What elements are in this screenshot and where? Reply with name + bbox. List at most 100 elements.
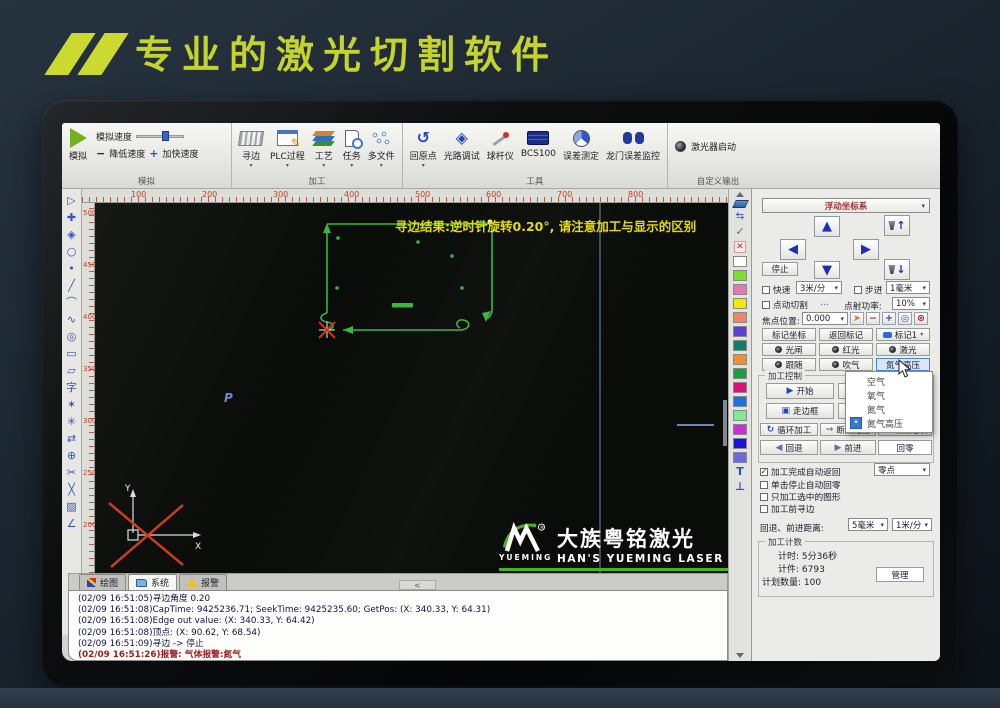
color-swatch[interactable]: [733, 438, 747, 449]
node-edit-tool-icon[interactable]: ✚: [67, 210, 76, 225]
beam-debug-button[interactable]: ◈ 光路调试: [444, 126, 480, 162]
slow-down-button[interactable]: −降低速度: [96, 147, 145, 160]
color-swatch[interactable]: [733, 326, 747, 337]
focus-position-dropdown[interactable]: 0.000: [802, 312, 848, 325]
color-swatch[interactable]: [733, 340, 747, 351]
laser-start-button[interactable]: 激光器启动: [691, 140, 736, 153]
frame-walk-button[interactable]: ▣走边框: [766, 403, 834, 419]
focus-stop-button[interactable]: ⊗: [914, 312, 928, 325]
z-down-button[interactable]: ↓: [884, 259, 910, 280]
eraser-icon[interactable]: [732, 200, 749, 208]
blow-air-button[interactable]: 吹气: [819, 358, 873, 371]
pan-tool-icon[interactable]: ◈: [67, 227, 75, 242]
mark1-dropdown-button[interactable]: 标记1▾: [876, 328, 930, 341]
color-swatch-blank[interactable]: [733, 256, 747, 267]
edge-find-before-checkbox[interactable]: 加工前寻边: [760, 502, 814, 515]
gas-option-air[interactable]: 空气: [846, 374, 932, 388]
delete-layer-icon[interactable]: ✕: [734, 241, 746, 253]
line-tool-icon[interactable]: ╱: [68, 278, 75, 293]
point-tool-icon[interactable]: •: [68, 261, 75, 276]
color-swatch[interactable]: [733, 298, 747, 309]
manage-button[interactable]: 管理: [876, 567, 924, 582]
loop-process-button[interactable]: ↻循环加工: [760, 423, 818, 436]
red-light-button[interactable]: 红光: [819, 343, 873, 356]
dimension-icon[interactable]: ⇆: [736, 211, 744, 223]
start-button[interactable]: ▶开始: [766, 383, 834, 399]
color-swatch[interactable]: [733, 312, 747, 323]
shutter-button[interactable]: 光闸: [762, 343, 816, 356]
delete-tool-icon[interactable]: ╳: [68, 482, 75, 497]
bcs100-button[interactable]: BCS100: [521, 126, 556, 159]
distance-step-dropdown[interactable]: 5毫米: [848, 518, 888, 531]
flower-tool-icon[interactable]: ✳: [67, 414, 76, 429]
color-swatch[interactable]: [733, 424, 747, 435]
color-swatch[interactable]: [733, 410, 747, 421]
mark-return-button[interactable]: 返回标记: [819, 328, 873, 341]
mark-coord-button[interactable]: 标记坐标: [762, 328, 816, 341]
simulate-button[interactable]: 模拟: [69, 126, 87, 162]
jog-down-button[interactable]: ▼: [814, 261, 840, 279]
stop-button[interactable]: 停止: [762, 262, 798, 276]
coord-system-dropdown[interactable]: 浮动坐标系: [762, 198, 930, 213]
measure-tool-icon[interactable]: ∠: [67, 516, 77, 531]
scroll-down-icon[interactable]: [736, 653, 744, 658]
color-swatch[interactable]: [733, 284, 747, 295]
step-back-button[interactable]: ◀回退: [760, 440, 818, 455]
rect-tool-icon[interactable]: ▭: [66, 346, 76, 361]
tab-system[interactable]: 系统: [128, 574, 177, 590]
tab-draw[interactable]: 绘图: [79, 574, 126, 590]
focus-plus-button[interactable]: +: [882, 312, 896, 325]
scroll-up-icon[interactable]: [736, 192, 744, 197]
sim-speed-slider[interactable]: [136, 131, 184, 142]
multi-file-button[interactable]: 多文件▾: [368, 126, 395, 168]
system-log[interactable]: (02/09 16:51:05)寻边角度 0.20 (02/09 16:51:0…: [68, 590, 728, 661]
burst-power-dropdown[interactable]: 10%: [892, 297, 930, 310]
color-swatch[interactable]: [733, 396, 747, 407]
focus-minus-button[interactable]: −: [866, 312, 880, 325]
color-swatch[interactable]: [733, 368, 747, 379]
error-measure-button[interactable]: 误差测定: [563, 126, 599, 162]
step-size-dropdown[interactable]: 1毫米: [886, 281, 930, 294]
laser-button[interactable]: 激光: [876, 343, 930, 356]
jog-left-button[interactable]: ◀: [780, 239, 806, 260]
check-icon[interactable]: ✓: [735, 226, 744, 238]
gas-option-oxygen[interactable]: 氧气: [846, 388, 932, 402]
offset-tool-icon[interactable]: ⊕: [67, 448, 76, 463]
arc-tool-icon[interactable]: ⌒: [66, 295, 77, 310]
task-button[interactable]: 任务▾: [343, 126, 361, 168]
color-swatch[interactable]: [733, 354, 747, 365]
tab-alarm[interactable]: 报警: [179, 574, 227, 590]
jog-cut-more-button[interactable]: …: [820, 298, 829, 308]
jog-up-button[interactable]: ▲: [814, 216, 840, 237]
fast-checkbox[interactable]: 快速: [762, 283, 790, 296]
polygon-tool-icon[interactable]: ▱: [67, 363, 75, 378]
gas-option-nitrogen-hp[interactable]: •氮气高压: [846, 416, 932, 430]
step-forward-button[interactable]: ▶前进: [820, 440, 876, 455]
curve-tool-icon[interactable]: ∿: [67, 312, 76, 327]
trim-tool-icon[interactable]: ✂: [67, 465, 76, 480]
star-tool-icon[interactable]: ✶: [67, 397, 76, 412]
gas-option-nitrogen[interactable]: 氮气: [846, 402, 932, 416]
jog-cut-checkbox[interactable]: 点动切割: [762, 298, 808, 311]
return-point-dropdown[interactable]: 零点: [874, 463, 930, 476]
color-swatch[interactable]: [733, 270, 747, 281]
color-swatch[interactable]: [733, 452, 747, 463]
zoom-tool-icon[interactable]: ○: [67, 244, 77, 259]
select-tool-icon[interactable]: ▷: [67, 193, 75, 208]
tool-t-icon[interactable]: T: [736, 466, 744, 478]
focus-run-button[interactable]: ➤: [850, 312, 864, 325]
auto-return-checkbox[interactable]: ✓加工完成自动返回: [760, 465, 841, 478]
fill-tool-icon[interactable]: ▨: [66, 499, 76, 514]
circle-tool-icon[interactable]: ◎: [67, 329, 77, 344]
craft-button[interactable]: 工艺▾: [312, 126, 336, 168]
speed-up-button[interactable]: +加快速度: [149, 147, 198, 160]
edge-find-button[interactable]: 寻边▾: [239, 126, 263, 168]
distance-speed-dropdown[interactable]: 1米/分: [892, 518, 932, 531]
gantry-monitor-button[interactable]: 龙门误差监控: [606, 126, 660, 162]
drawing-canvas[interactable]: Y X 寻边结果:逆时针旋转0.20°, 请注意加工与显示的区别 P: [95, 203, 728, 573]
canvas-scroll-handle[interactable]: [723, 400, 727, 446]
plc-process-button[interactable]: PLC过程▾: [270, 126, 305, 168]
return-zero-button[interactable]: 回零: [878, 440, 932, 455]
tab-scroll-left-button[interactable]: <: [399, 580, 436, 590]
fast-speed-dropdown[interactable]: 3米/分: [796, 281, 842, 294]
